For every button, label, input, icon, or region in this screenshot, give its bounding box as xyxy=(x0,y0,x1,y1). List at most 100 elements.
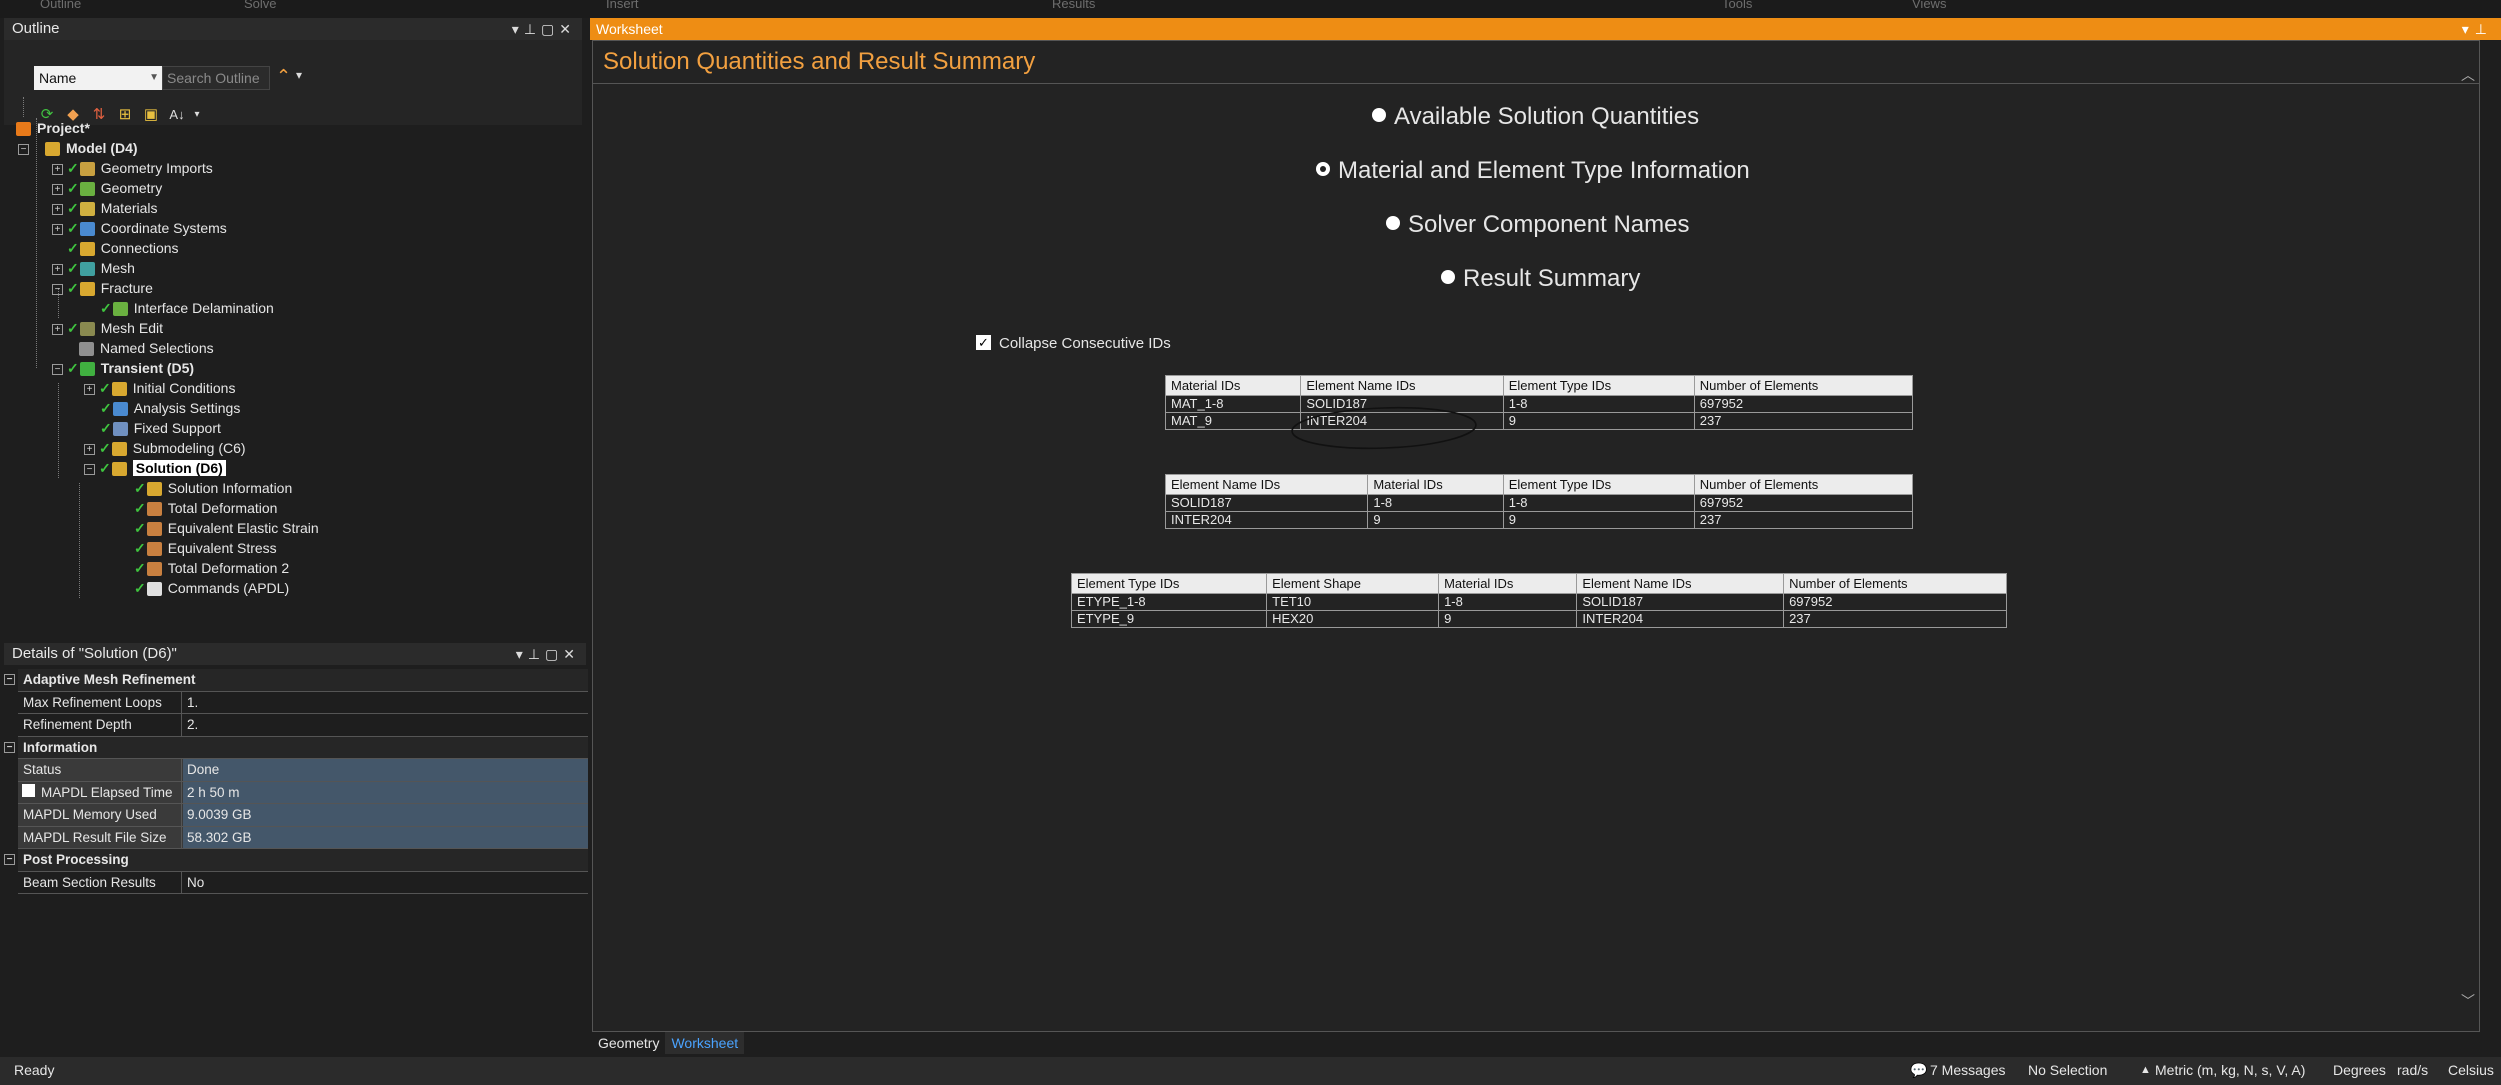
tree-filter-icon[interactable]: ▣ xyxy=(140,104,162,126)
tree-item-solution[interactable]: − ✓ Solution (D6) xyxy=(84,458,226,478)
search-options-icon[interactable]: ▾ xyxy=(296,68,302,82)
expand-icon[interactable]: + xyxy=(84,383,95,395)
tree-item-initial-conditions[interactable]: + ✓ Initial Conditions xyxy=(84,378,235,398)
close-icon[interactable]: ✕ xyxy=(559,21,576,37)
units-up-icon[interactable]: ▲ xyxy=(2140,1057,2151,1083)
tree-item-mesh-edit[interactable]: + ✓ Mesh Edit xyxy=(52,318,163,338)
collapse-icon[interactable]: − xyxy=(4,674,15,685)
detail-row-mapdl-elapsed-time[interactable]: MAPDL Elapsed Time 2 h 50 m xyxy=(18,781,588,804)
detail-key-wrap: MAPDL Elapsed Time xyxy=(18,781,182,803)
radio-button[interactable] xyxy=(1441,269,1455,284)
rate-units[interactable]: rad/s xyxy=(2397,1057,2428,1083)
sort-icon[interactable]: ⇅ xyxy=(88,104,110,126)
expand-icon[interactable]: + xyxy=(52,223,63,235)
dropdown-icon[interactable]: ▾ xyxy=(2462,21,2475,37)
collapse-icon[interactable]: − xyxy=(4,854,15,865)
tree-item-fracture[interactable]: − ✓ Fracture xyxy=(52,278,153,298)
ribbon-tab-views[interactable]: Views xyxy=(1912,0,1946,10)
ribbon-tab-tools[interactable]: Tools xyxy=(1722,0,1752,10)
units-menu[interactable]: Metric (m, kg, N, s, V, A) xyxy=(2155,1057,2305,1083)
radio-result-summary[interactable]: Result Summary xyxy=(1441,265,1640,293)
radio-button[interactable] xyxy=(1386,215,1400,230)
radio-button[interactable] xyxy=(1372,107,1386,122)
collapse-icon[interactable]: − xyxy=(84,463,95,475)
tree-item-total-deformation-2[interactable]: ✓ Total Deformation 2 xyxy=(134,558,289,578)
expand-all-icon[interactable]: ⊞ xyxy=(114,104,136,126)
tree-item-coordinate-systems[interactable]: + ✓ Coordinate Systems xyxy=(52,218,227,238)
detail-row-status[interactable]: Status Done xyxy=(18,759,588,782)
dropdown-icon[interactable]: ▾ xyxy=(516,646,528,662)
messages-button[interactable]: 7 Messages xyxy=(1930,1057,2005,1083)
collapse-icon[interactable]: − xyxy=(52,363,63,375)
section-information[interactable]: − Information xyxy=(4,736,588,759)
check-icon: ✓ xyxy=(99,380,111,396)
section-post-processing[interactable]: − Post Processing xyxy=(4,849,588,872)
ribbon-tab-outline[interactable]: Outline xyxy=(40,0,81,10)
maximize-icon[interactable]: ▢ xyxy=(545,646,563,662)
detail-row-mapdl-result-file-size[interactable]: MAPDL Result File Size 58.302 GB xyxy=(18,826,588,849)
sort-alpha-icon[interactable]: A↓ xyxy=(166,104,188,126)
radio-button-selected[interactable] xyxy=(1316,161,1330,176)
tree-item-project[interactable]: Project* xyxy=(16,118,90,138)
radio-available-solution-quantities[interactable]: Available Solution Quantities xyxy=(1372,103,1699,131)
tree-item-geometry-imports[interactable]: + ✓ Geometry Imports xyxy=(52,158,213,178)
close-icon[interactable]: ✕ xyxy=(563,646,580,662)
checkbox-checked-icon[interactable]: ✓ xyxy=(976,334,991,350)
tree-item-transient[interactable]: − ✓ Transient (D5) xyxy=(52,358,194,378)
detail-row-beam-section-results[interactable]: Beam Section Results No xyxy=(18,871,588,894)
tree-item-interface-delamination[interactable]: ✓ Interface Delamination xyxy=(100,298,274,318)
tree-item-geometry[interactable]: + ✓ Geometry xyxy=(52,178,162,198)
angle-units[interactable]: Degrees xyxy=(2333,1057,2386,1083)
search-outline-input[interactable]: Search Outline xyxy=(162,66,270,90)
scroll-up-icon[interactable]: ︿ xyxy=(2461,65,2475,85)
radio-solver-component-names[interactable]: Solver Component Names xyxy=(1386,211,1689,239)
collapse-icon[interactable]: − xyxy=(52,283,63,295)
tab-geometry[interactable]: Geometry xyxy=(592,1032,665,1054)
collapse-icon[interactable]: − xyxy=(18,143,29,155)
pin-icon[interactable]: ⊥ xyxy=(528,646,545,662)
search-up-icon[interactable]: ⌃ xyxy=(276,66,291,87)
tree-item-total-deformation[interactable]: ✓ Total Deformation xyxy=(134,498,277,518)
tree-item-model[interactable]: − Model (D4) xyxy=(18,138,138,158)
tree-item-named-selections[interactable]: Named Selections xyxy=(79,338,214,358)
detail-row-refinement-depth[interactable]: Refinement Depth 2. xyxy=(18,714,588,737)
collapse-icon[interactable]: − xyxy=(4,741,15,753)
pin-icon[interactable]: ⊥ xyxy=(2475,21,2493,37)
detail-row-max-refinement-loops[interactable]: Max Refinement Loops 1. xyxy=(18,691,588,714)
tree-item-submodeling[interactable]: + ✓ Submodeling (C6) xyxy=(84,438,246,458)
tree-item-mesh[interactable]: + ✓ Mesh xyxy=(52,258,135,278)
tree-item-equivalent-stress[interactable]: ✓ Equivalent Stress xyxy=(134,538,277,558)
pin-icon[interactable]: ⊥ xyxy=(524,21,541,37)
expand-icon[interactable]: + xyxy=(84,443,95,455)
detail-value[interactable]: 2. xyxy=(183,714,588,736)
sort-dropdown-icon[interactable]: ▾ xyxy=(186,104,208,126)
expand-icon[interactable]: + xyxy=(52,183,63,195)
tree-item-commands-apdl[interactable]: ✓ Commands (APDL) xyxy=(134,578,289,598)
detail-row-mapdl-memory-used[interactable]: MAPDL Memory Used 9.0039 GB xyxy=(18,804,588,827)
collapse-consecutive-ids-checkbox[interactable]: ✓ Collapse Consecutive IDs xyxy=(976,334,1171,352)
expand-icon[interactable]: + xyxy=(52,263,63,275)
filter-combo[interactable]: Name ▼ xyxy=(34,66,162,90)
expand-icon[interactable]: + xyxy=(52,203,63,215)
expand-icon[interactable]: + xyxy=(52,323,63,335)
tree-item-equivalent-elastic-strain[interactable]: ✓ Equivalent Elastic Strain xyxy=(134,518,319,538)
tree-item-connections[interactable]: ✓ Connections xyxy=(67,238,179,258)
maximize-icon[interactable]: ▢ xyxy=(541,21,559,37)
ribbon-tab-results[interactable]: Results xyxy=(1052,0,1095,10)
parameter-checkbox[interactable] xyxy=(22,784,35,798)
scroll-down-icon[interactable]: ﹀ xyxy=(2461,991,2475,1011)
ribbon-tab-insert[interactable]: Insert xyxy=(606,0,639,10)
tree-item-solution-information[interactable]: ✓ Solution Information xyxy=(134,478,292,498)
tree-item-fixed-support[interactable]: ✓ Fixed Support xyxy=(100,418,221,438)
dropdown-icon[interactable]: ▾ xyxy=(512,21,524,37)
detail-value[interactable]: No xyxy=(183,872,588,894)
temperature-units[interactable]: Celsius xyxy=(2448,1057,2494,1083)
tree-item-analysis-settings[interactable]: ✓ Analysis Settings xyxy=(100,398,240,418)
expand-icon[interactable]: + xyxy=(52,163,63,175)
section-adaptive-mesh-refinement[interactable]: − Adaptive Mesh Refinement xyxy=(4,669,588,692)
tab-worksheet[interactable]: Worksheet xyxy=(665,1032,745,1054)
tree-item-materials[interactable]: + ✓ Materials xyxy=(52,198,158,218)
detail-value[interactable]: 1. xyxy=(183,692,588,714)
ribbon-tab-solve[interactable]: Solve xyxy=(244,0,277,10)
radio-material-and-element-type-information[interactable]: Material and Element Type Information xyxy=(1316,157,1750,185)
